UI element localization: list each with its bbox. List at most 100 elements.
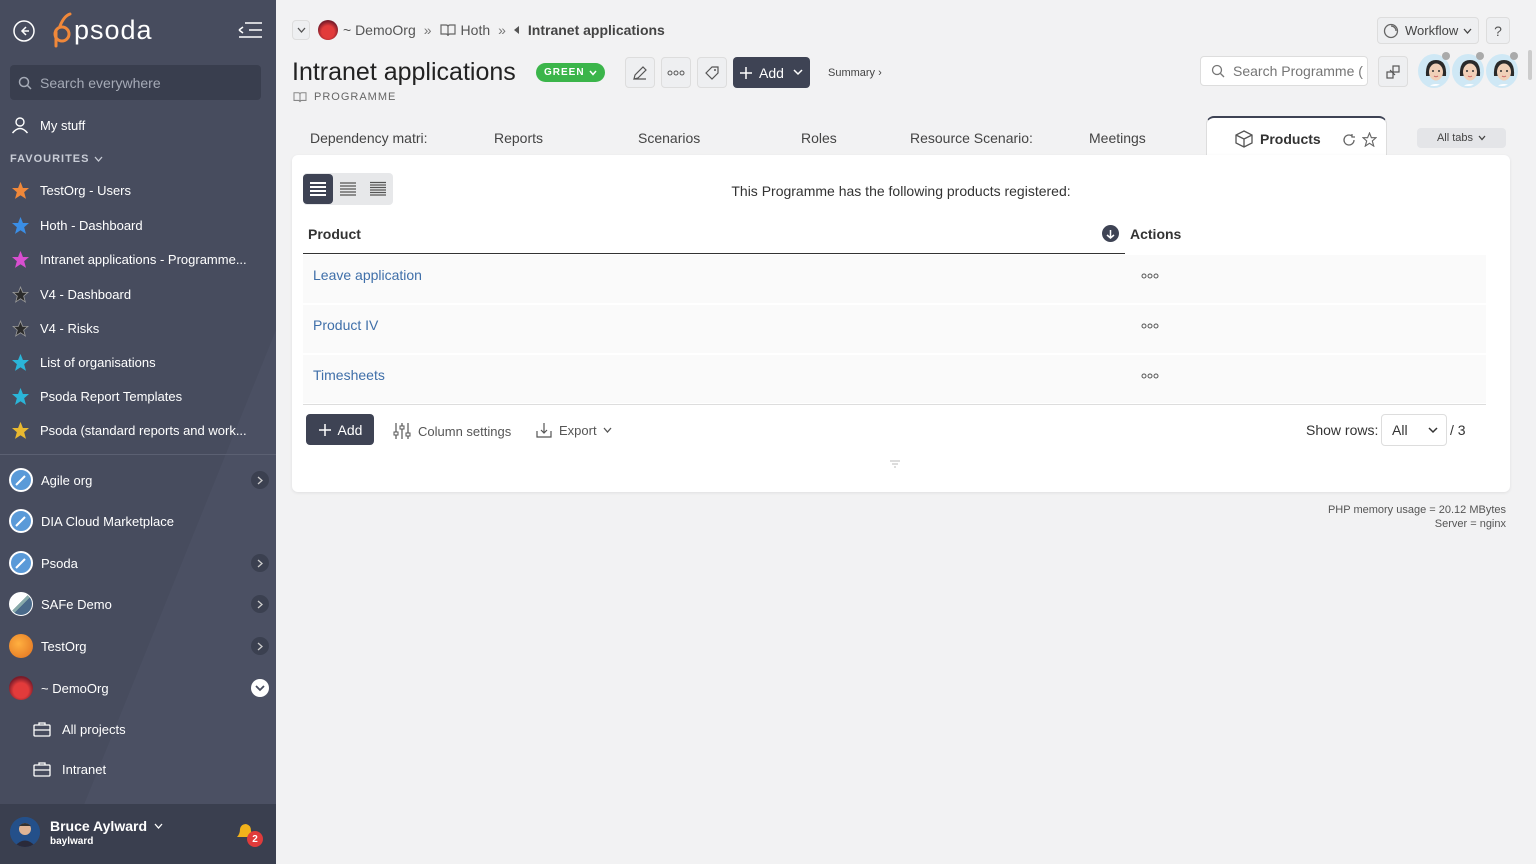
switch-view-button[interactable] bbox=[1378, 56, 1408, 87]
chevron-down-icon bbox=[588, 70, 597, 76]
row-actions-button[interactable] bbox=[1141, 273, 1159, 279]
show-rows-select[interactable]: All bbox=[1381, 414, 1447, 446]
global-search-input[interactable] bbox=[40, 74, 250, 91]
star-icon bbox=[10, 420, 30, 440]
programme-search[interactable] bbox=[1200, 56, 1368, 86]
sidebar-favourite-item[interactable]: Psoda (standard reports and work... bbox=[10, 418, 247, 442]
tab-item[interactable]: Scenarios bbox=[638, 130, 708, 146]
programme-search-input[interactable] bbox=[1233, 63, 1365, 79]
org-logo-icon bbox=[9, 509, 33, 533]
edit-button[interactable] bbox=[625, 57, 655, 88]
product-link[interactable]: Timesheets bbox=[313, 367, 385, 383]
products-intro: This Programme has the following product… bbox=[731, 183, 1071, 199]
org-label: SAFe Demo bbox=[41, 596, 112, 612]
breadcrumb-org[interactable]: ~ DemoOrg bbox=[343, 22, 416, 38]
product-link[interactable]: Leave application bbox=[313, 267, 422, 283]
sidebar-org-item[interactable]: TestOrg bbox=[9, 633, 269, 659]
sidebar-org-item[interactable]: Agile org bbox=[9, 467, 269, 493]
sidebar-favourite-item[interactable]: TestOrg - Users bbox=[10, 178, 131, 202]
tab-item[interactable]: Meetings bbox=[1089, 130, 1159, 146]
org-logo-icon bbox=[318, 20, 338, 40]
breadcrumb-portfolio[interactable]: Hoth bbox=[461, 22, 491, 38]
status-badge[interactable]: GREEN bbox=[536, 63, 605, 82]
row-actions-button[interactable] bbox=[1141, 373, 1159, 379]
programme-icon bbox=[439, 23, 456, 37]
tag-icon bbox=[705, 65, 719, 80]
notifications-button[interactable]: 2 bbox=[234, 822, 264, 850]
tab-products[interactable]: Products bbox=[1206, 116, 1387, 157]
star-icon bbox=[10, 352, 30, 372]
box-icon bbox=[1235, 130, 1253, 148]
favourites-heading[interactable]: FAVOURITES bbox=[10, 153, 103, 165]
workflow-button[interactable]: Workflow bbox=[1377, 17, 1479, 44]
summary-link[interactable]: Summary › bbox=[828, 67, 882, 79]
help-button[interactable]: ? bbox=[1486, 17, 1510, 44]
chevron-right-icon[interactable] bbox=[251, 595, 269, 613]
page-title: Intranet applications bbox=[292, 58, 516, 86]
column-settings-button[interactable]: Column settings bbox=[393, 422, 511, 440]
resize-handle[interactable] bbox=[889, 460, 901, 468]
tag-button[interactable] bbox=[697, 57, 727, 88]
sidebar-org-item[interactable]: SAFe Demo bbox=[9, 591, 269, 617]
search-icon bbox=[18, 76, 32, 90]
export-button[interactable]: Export bbox=[536, 422, 612, 438]
pencil-icon bbox=[633, 65, 647, 80]
programme-icon bbox=[293, 91, 307, 103]
chevron-down-icon bbox=[154, 823, 163, 829]
all-tabs-button[interactable]: All tabs bbox=[1417, 128, 1506, 148]
sidebar-favourite-item[interactable]: List of organisations bbox=[10, 350, 156, 374]
user-panel[interactable]: Bruce Aylward baylward 2 bbox=[0, 804, 276, 864]
more-options-button[interactable] bbox=[661, 57, 691, 88]
back-icon[interactable] bbox=[12, 19, 36, 43]
refresh-icon[interactable] bbox=[1342, 133, 1356, 147]
sidebar-favourite-item[interactable]: Psoda Report Templates bbox=[10, 384, 182, 408]
breadcrumb-dropdown-button[interactable] bbox=[292, 20, 310, 40]
my-stuff-link[interactable]: My stuff bbox=[10, 113, 85, 137]
row-actions-button[interactable] bbox=[1141, 323, 1159, 329]
chevron-right-icon[interactable] bbox=[251, 471, 269, 489]
org-label: DIA Cloud Marketplace bbox=[41, 513, 174, 529]
table-footer-divider bbox=[303, 404, 1486, 405]
chevron-right-icon[interactable] bbox=[251, 554, 269, 572]
add-product-button[interactable]: Add bbox=[306, 414, 374, 445]
products-panel: This Programme has the following product… bbox=[292, 155, 1510, 492]
chevron-right-icon[interactable] bbox=[251, 637, 269, 655]
table-row: Leave application bbox=[303, 255, 1486, 303]
sidebar-favourite-item[interactable]: Hoth - Dashboard bbox=[10, 213, 143, 237]
sort-down-icon[interactable] bbox=[1102, 225, 1119, 242]
favourite-label: V4 - Dashboard bbox=[40, 286, 132, 302]
sidebar-favourite-item[interactable]: V4 - Dashboard bbox=[10, 282, 131, 306]
user-icon bbox=[10, 115, 30, 135]
tab-item[interactable]: Dependency matri: bbox=[310, 130, 430, 146]
sidebar-item-intranet[interactable]: Intranet bbox=[32, 757, 106, 781]
briefcase-icon bbox=[32, 719, 52, 739]
global-search[interactable] bbox=[10, 65, 261, 100]
table-row: Product IV bbox=[303, 305, 1486, 353]
org-logo-icon bbox=[9, 468, 33, 492]
collapse-menu-icon[interactable] bbox=[237, 20, 263, 40]
sidebar-favourite-item[interactable]: Intranet applications - Programme... bbox=[10, 247, 247, 271]
briefcase-icon bbox=[32, 759, 52, 779]
favourite-label: TestOrg - Users bbox=[40, 182, 132, 198]
star-icon[interactable] bbox=[1362, 132, 1377, 147]
column-header-product[interactable]: Product bbox=[308, 226, 361, 242]
scrollbar[interactable] bbox=[1528, 50, 1532, 80]
tab-item[interactable]: Resource Scenario: bbox=[910, 130, 1034, 146]
sidebar-org-item[interactable]: DIA Cloud Marketplace bbox=[9, 508, 269, 534]
star-icon bbox=[10, 249, 30, 269]
product-link[interactable]: Product IV bbox=[313, 317, 378, 333]
org-label: Psoda bbox=[41, 555, 78, 571]
sidebar-org-item[interactable]: Psoda bbox=[9, 550, 269, 576]
show-rows-label: Show rows: bbox=[1306, 422, 1379, 438]
table-row: Timesheets bbox=[303, 355, 1486, 403]
sidebar-item-all-projects[interactable]: All projects bbox=[32, 717, 126, 741]
chevron-down-icon[interactable] bbox=[251, 679, 269, 697]
breadcrumb: ~ DemoOrg » Hoth » Intranet applications bbox=[292, 20, 665, 40]
org-logo-icon bbox=[9, 676, 33, 700]
tab-item[interactable]: Reports bbox=[494, 130, 554, 146]
add-dropdown-button[interactable]: Add bbox=[733, 57, 810, 88]
favourite-label: V4 - Risks bbox=[40, 320, 100, 336]
tab-item[interactable]: Roles bbox=[801, 130, 841, 146]
sidebar-org-item[interactable]: ~ DemoOrg bbox=[9, 675, 269, 701]
sidebar-favourite-item[interactable]: V4 - Risks bbox=[10, 316, 99, 340]
